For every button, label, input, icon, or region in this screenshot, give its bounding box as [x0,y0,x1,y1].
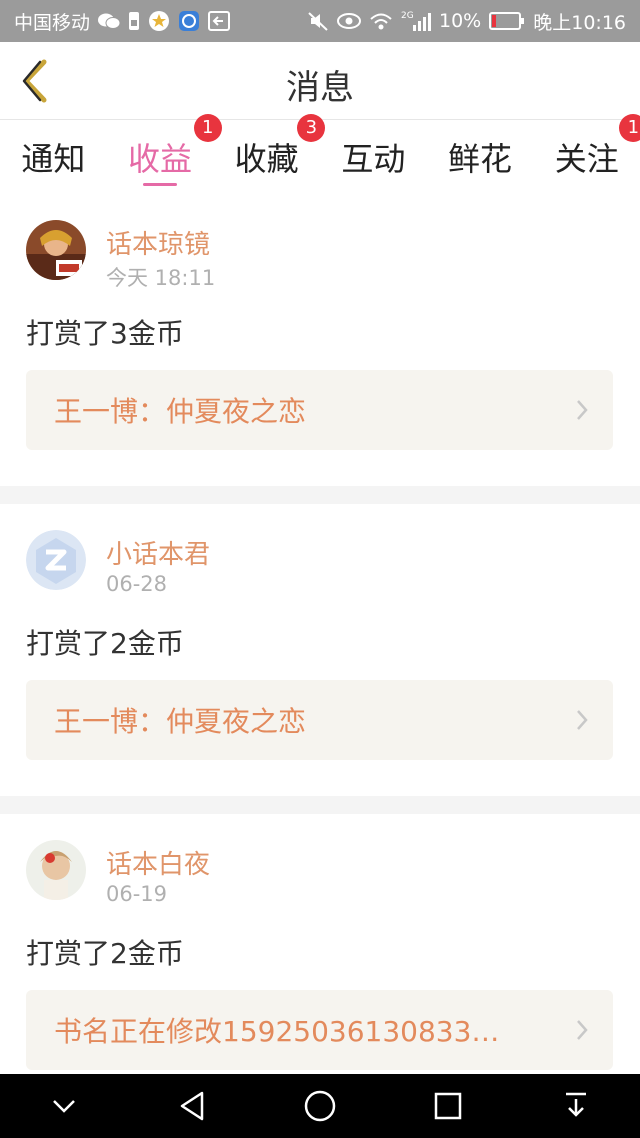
book-title: 王一博：仲夏夜之恋 [54,395,307,428]
tab-label: 关注 [554,140,619,178]
wechat-icon [98,12,121,30]
tab-label: 互动 [341,140,406,178]
collapse-button[interactable] [34,1076,94,1136]
divider [0,796,640,814]
carrier-name: 中国移动 [14,11,91,34]
book-title: 书名正在修改15925036130833… [54,1015,500,1048]
list-item: 话本琼镜 今天 18:11 打赏了3金币 王一博：仲夏夜之恋 [0,194,640,486]
star-icon [148,10,170,32]
message-text: 打赏了3金币 [26,317,184,350]
list-item: 话本白夜 06-19 打赏了2金币 书名正在修改15925036130833… [0,814,640,1106]
sender-name[interactable]: 小话本君 [106,534,210,571]
tab-interactions[interactable]: 互动 [320,120,427,194]
tab-favorites[interactable]: 收藏 3 [213,114,326,194]
list-item: 小话本君 06-28 打赏了2金币 王一博：仲夏夜之恋 [0,504,640,796]
back-nav-button[interactable] [162,1076,222,1136]
sender-name[interactable]: 话本白夜 [106,844,210,881]
status-bar: 中国移动 2G 10% 晚上10:16 [0,0,640,42]
recents-nav-button[interactable] [418,1076,478,1136]
system-nav-bar [0,1074,640,1138]
tab-flowers[interactable]: 鲜花 [427,120,534,194]
message-time: 06-19 [106,882,168,906]
tab-label: 收益 [128,140,193,178]
notification-pull-button[interactable] [546,1076,606,1136]
chevron-right-icon [577,710,588,730]
eye-icon [337,12,361,30]
tab-label: 收藏 [234,140,299,178]
battery-icon [489,11,525,31]
app-header: 消息 [0,42,640,120]
home-nav-button[interactable] [290,1076,350,1136]
book-link[interactable]: 王一博：仲夏夜之恋 [26,680,613,760]
clock: 晚上10:16 [533,11,626,34]
chevron-right-icon [577,1020,588,1040]
mute-icon [307,10,329,32]
battery-percent: 10% [439,10,482,32]
triangle-back-icon [180,1091,204,1121]
wifi-icon [369,11,393,31]
tab-label: 鲜花 [448,140,513,178]
network-type: 2G [401,11,414,21]
book-link[interactable]: 王一博：仲夏夜之恋 [26,370,613,450]
book-link[interactable]: 书名正在修改15925036130833… [26,990,613,1070]
message-list: 话本琼镜 今天 18:11 打赏了3金币 王一博：仲夏夜之恋 小话本君 06-2… [0,194,640,1124]
pull-down-icon [566,1092,586,1117]
tab-label: 通知 [21,140,86,178]
sim-icon [128,11,140,31]
message-text: 打赏了2金币 [26,937,184,970]
message-time: 今天 18:11 [106,266,216,290]
page-title: 消息 [286,68,354,108]
sender-name[interactable]: 话本琼镜 [106,224,210,261]
avatar[interactable] [26,840,86,900]
active-tab-indicator [143,183,177,186]
avatar[interactable] [26,530,86,590]
tab-earnings[interactable]: 收益 1 [107,114,222,194]
tab-notifications[interactable]: 通知 [0,120,107,194]
app-icon [178,10,200,32]
tab-bar: 通知 收益 1 收藏 3 互动 鲜花 关注 1 [0,114,640,194]
avatar[interactable] [26,220,86,280]
square-recents-icon [434,1092,462,1120]
back-app-icon [208,11,231,31]
book-title: 王一博：仲夏夜之恋 [54,705,307,738]
tab-follows[interactable]: 关注 1 [533,114,640,194]
message-text: 打赏了2金币 [26,627,184,660]
signal-icon: 2G [401,10,431,32]
message-time: 06-28 [106,572,168,596]
chevron-down-icon [53,1100,75,1113]
unread-badge: 1 [619,114,640,142]
divider [0,486,640,504]
chevron-right-icon [577,400,588,420]
circle-home-icon [304,1090,336,1122]
